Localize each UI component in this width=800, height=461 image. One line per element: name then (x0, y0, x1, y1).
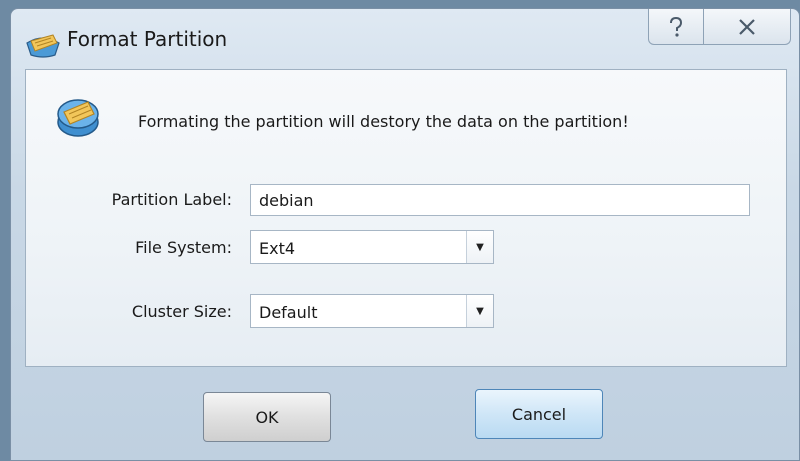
dialog-body: Formating the partition will destory the… (25, 69, 787, 367)
disk-warning-icon (57, 99, 99, 137)
cluster-size-label: Cluster Size: (131, 302, 232, 321)
file-system-select[interactable]: Ext4 ▼ (250, 230, 494, 264)
format-partition-dialog: Format Partition Formating the partition… (10, 8, 800, 461)
file-system-label: File System: (135, 238, 232, 257)
dialog-title: Format Partition (67, 27, 228, 51)
chevron-down-icon[interactable]: ▼ (466, 295, 493, 327)
cancel-button[interactable]: Cancel (475, 389, 603, 439)
ok-button[interactable]: OK (203, 392, 331, 442)
question-icon (670, 16, 683, 37)
partition-tool-icon (26, 34, 60, 58)
close-icon (739, 18, 755, 35)
close-button[interactable] (703, 9, 791, 45)
title-bar[interactable]: Format Partition (11, 9, 799, 65)
partition-label-label: Partition Label: (111, 190, 232, 209)
file-system-value: Ext4 (259, 239, 296, 258)
warning-message: Formating the partition will destory the… (138, 112, 629, 131)
cluster-size-select[interactable]: Default ▼ (250, 294, 494, 328)
partition-label-input[interactable] (250, 184, 750, 216)
cluster-size-value: Default (259, 303, 318, 322)
chevron-down-icon[interactable]: ▼ (466, 231, 493, 263)
help-button[interactable] (648, 9, 704, 45)
